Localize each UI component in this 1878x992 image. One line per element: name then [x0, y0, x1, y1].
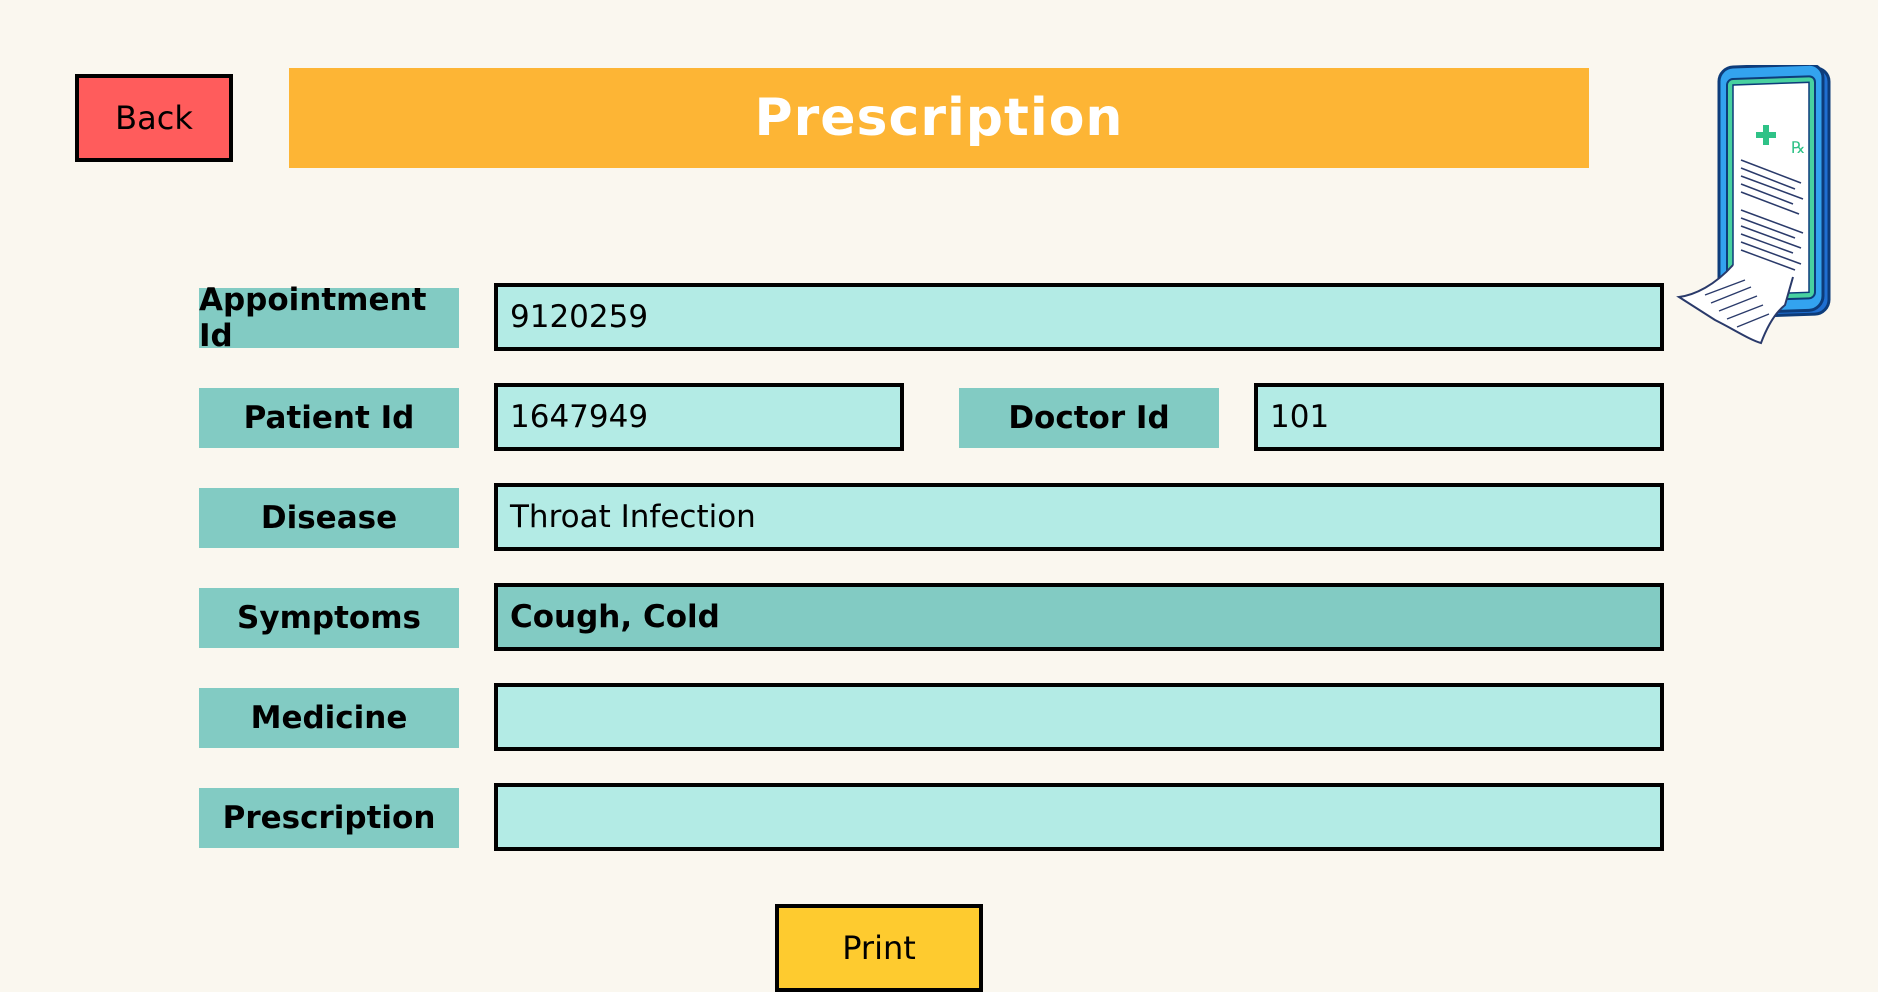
- print-button[interactable]: Print: [775, 904, 983, 992]
- back-button[interactable]: Back: [75, 74, 233, 162]
- medicine-field[interactable]: [494, 683, 1664, 751]
- appointment-id-label: Appointment Id: [199, 282, 459, 354]
- appointment-id-field[interactable]: 9120259: [494, 283, 1664, 351]
- disease-label: Disease: [199, 488, 459, 548]
- prescription-label: Prescription: [199, 788, 459, 848]
- patient-id-field[interactable]: 1647949: [494, 383, 904, 451]
- medicine-label: Medicine: [199, 688, 459, 748]
- prescription-phone-illustration-icon: ℞: [1675, 62, 1835, 345]
- prescription-field[interactable]: [494, 783, 1664, 851]
- disease-field[interactable]: Throat Infection: [494, 483, 1664, 551]
- svg-text:℞: ℞: [1791, 138, 1805, 157]
- doctor-id-label: Doctor Id: [959, 388, 1219, 448]
- doctor-id-field[interactable]: 101: [1254, 383, 1664, 451]
- symptoms-field[interactable]: Cough, Cold: [494, 583, 1664, 651]
- symptoms-label: Symptoms: [199, 588, 459, 648]
- page-title: Prescription: [289, 68, 1589, 168]
- patient-id-label: Patient Id: [199, 388, 459, 448]
